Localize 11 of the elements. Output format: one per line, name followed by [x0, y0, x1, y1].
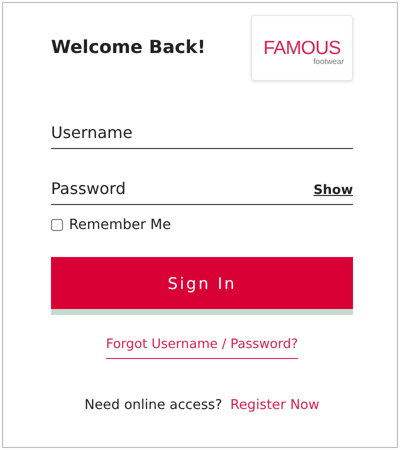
show-password-button[interactable]: Show [313, 183, 353, 198]
password-field[interactable]: Password [51, 179, 314, 198]
register-link[interactable]: Register Now [230, 397, 320, 413]
remember-label: Remember Me [69, 217, 171, 233]
sign-in-button[interactable]: Sign In [51, 257, 353, 315]
brand-logo: FAMOUS footwear [251, 15, 353, 81]
access-prompt: Need online access? [84, 397, 222, 413]
username-field[interactable]: Username [51, 123, 353, 142]
remember-checkbox[interactable] [51, 219, 63, 231]
welcome-heading: Welcome Back! [51, 37, 206, 58]
forgot-credentials-link[interactable]: Forgot Username / Password? [106, 337, 298, 359]
